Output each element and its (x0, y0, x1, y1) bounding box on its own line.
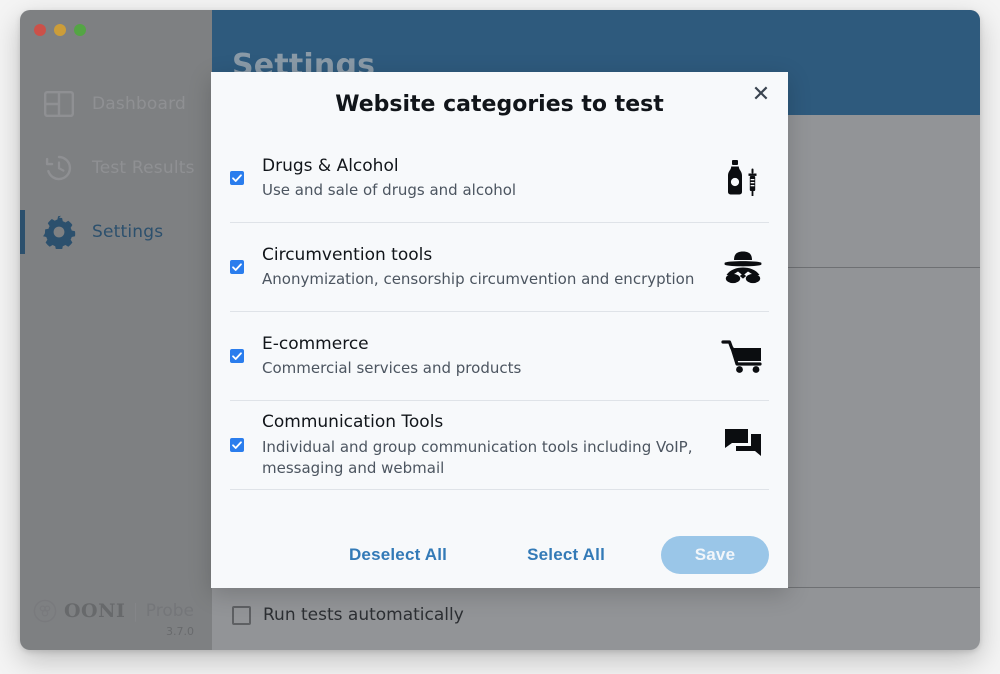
run-tests-automatically-checkbox[interactable] (232, 605, 251, 625)
window-traffic-lights (34, 24, 86, 36)
category-row[interactable]: Drugs & Alcohol Use and sale of drugs an… (230, 134, 769, 223)
category-name: E-commerce (262, 333, 369, 354)
incognito-spy-icon (717, 249, 769, 285)
sidebar-item-test-results[interactable]: Test Results (20, 136, 212, 200)
category-name: Communication Tools (262, 412, 444, 432)
sidebar-item-dashboard-label: Dashboard (92, 94, 187, 114)
save-button[interactable]: Save (661, 536, 769, 574)
select-all-button[interactable]: Select All (515, 537, 617, 573)
screenshot-root: Settings Run tests automatically Dashboa… (0, 0, 1000, 674)
category-name: Circumvention tools (262, 244, 433, 265)
sidebar-item-dashboard[interactable]: Dashboard (20, 72, 212, 136)
deselect-all-button[interactable]: Deselect All (337, 537, 459, 573)
ooni-logo-icon (33, 599, 57, 623)
shopping-cart-icon (717, 337, 769, 375)
modal-header: Website categories to test ✕ (211, 72, 788, 134)
bottle-syringe-icon (717, 158, 769, 198)
dashboard-icon (42, 87, 76, 121)
sidebar: Dashboard Test Results Settings OONI | P… (20, 10, 212, 650)
category-row[interactable]: E-commerce Commercial services and produ… (230, 312, 769, 401)
app-window: Settings Run tests automatically Dashboa… (20, 10, 980, 650)
category-list: Drugs & Alcohol Use and sale of drugs an… (211, 134, 788, 522)
gear-icon (42, 215, 76, 249)
category-text: Circumvention tools Anonymization, censo… (262, 243, 717, 291)
category-row[interactable]: Circumvention tools Anonymization, censo… (230, 223, 769, 312)
modal-title: Website categories to test (335, 92, 664, 117)
sidebar-item-settings-label: Settings (92, 222, 164, 242)
window-zoom-button[interactable] (74, 24, 86, 36)
category-description: Use and sale of drugs and alcohol (262, 181, 517, 200)
history-clock-icon (42, 151, 76, 185)
sidebar-item-test-results-label: Test Results (92, 158, 195, 178)
ooni-wordmark: OONI (64, 600, 126, 622)
ooni-brand-separator: | (132, 600, 139, 622)
window-close-button[interactable] (34, 24, 46, 36)
category-description: Anonymization, censorship circumvention … (262, 270, 695, 289)
category-name: Drugs & Alcohol (262, 155, 399, 176)
category-row[interactable]: Communication Tools Individual and group… (230, 401, 769, 490)
window-minimize-button[interactable] (54, 24, 66, 36)
category-description: Individual and group communication tools… (262, 437, 693, 478)
category-text: E-commerce Commercial services and produ… (262, 332, 717, 380)
category-checkbox[interactable] (230, 171, 244, 185)
website-categories-modal: Website categories to test ✕ Drugs & Alc… (211, 72, 788, 588)
close-icon[interactable]: ✕ (746, 80, 776, 110)
run-tests-automatically-label: Run tests automatically (263, 605, 464, 625)
category-checkbox[interactable] (230, 349, 244, 363)
category-text: Drugs & Alcohol Use and sale of drugs an… (262, 154, 717, 202)
sidebar-item-settings[interactable]: Settings (20, 200, 212, 264)
run-tests-automatically-row[interactable]: Run tests automatically (232, 605, 464, 625)
category-checkbox[interactable] (230, 438, 244, 452)
forum-chat-icon (717, 426, 769, 464)
ooni-probe-brand: OONI | Probe 3.7.0 (20, 585, 212, 650)
category-checkbox[interactable] (230, 260, 244, 274)
ooni-product-name: Probe (145, 601, 194, 621)
app-version-label: 3.7.0 (166, 625, 194, 638)
sidebar-nav: Dashboard Test Results Settings (20, 72, 212, 264)
modal-footer: Deselect All Select All Save (211, 522, 788, 588)
category-description: Commercial services and products (262, 359, 522, 378)
category-text: Communication Tools Individual and group… (262, 410, 717, 480)
